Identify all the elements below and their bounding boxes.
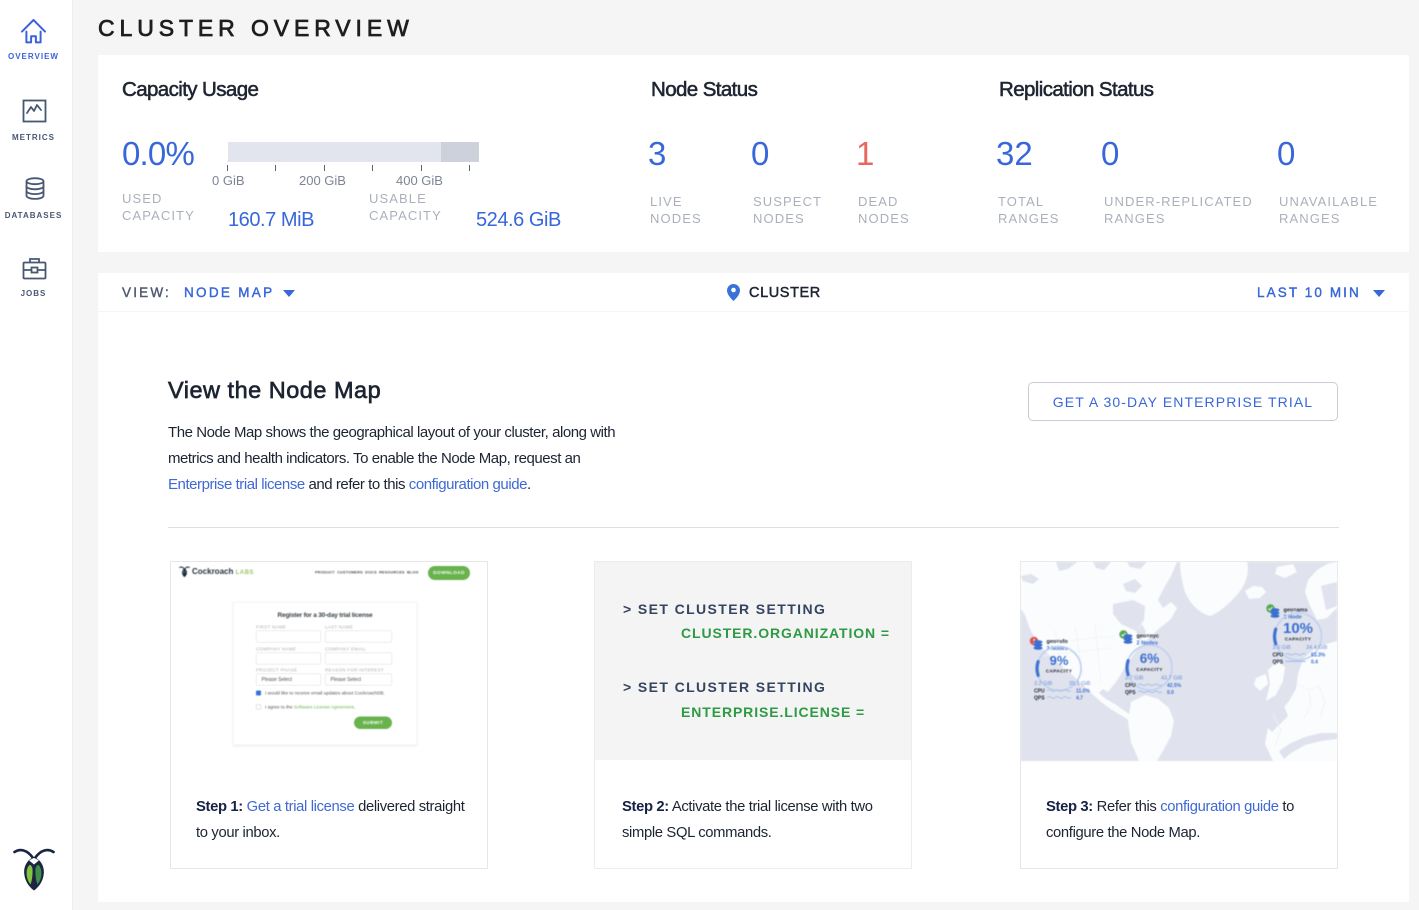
svg-text:11.0%: 11.0% [1076,689,1090,695]
svg-text:3.2 GiB: 3.2 GiB [1034,681,1053,687]
svg-text:0.4: 0.4 [1311,659,1318,665]
svg-text:QPS: QPS [1125,690,1136,696]
svg-text:QPS: QPS [1273,659,1284,665]
svg-text:42.5%: 42.5% [1167,683,1182,689]
svg-text:0.0: 0.0 [1167,690,1174,696]
svg-text:geo=sfo: geo=sfo [1047,639,1069,645]
svg-text:35.1 GiB: 35.1 GiB [1069,681,1091,687]
svg-text:CPU: CPU [1034,689,1045,695]
svg-text:CPU: CPU [1273,652,1284,658]
svg-text:QPS: QPS [1034,696,1045,702]
svg-text:4.7: 4.7 [1076,696,1083,702]
svg-text:3.6 GiB: 3.6 GiB [1273,645,1292,651]
svg-text:CPU: CPU [1125,683,1136,689]
svg-text:10%: 10% [1283,620,1313,637]
svg-text:9%: 9% [1050,653,1069,668]
svg-text:53.3%: 53.3% [1311,652,1326,658]
svg-text:CAPACITY: CAPACITY [1136,667,1163,673]
svg-text:geo=nyc: geo=nyc [1137,634,1159,640]
svg-text:6%: 6% [1140,651,1160,666]
svg-text:34.4 GiB: 34.4 GiB [1306,645,1328,651]
svg-text:CAPACITY: CAPACITY [1046,669,1073,675]
svg-text:CAPACITY: CAPACITY [1285,637,1312,643]
svg-text:43.7 GiB: 43.7 GiB [1161,676,1183,682]
svg-text:3.7 GiB: 3.7 GiB [1125,676,1144,682]
